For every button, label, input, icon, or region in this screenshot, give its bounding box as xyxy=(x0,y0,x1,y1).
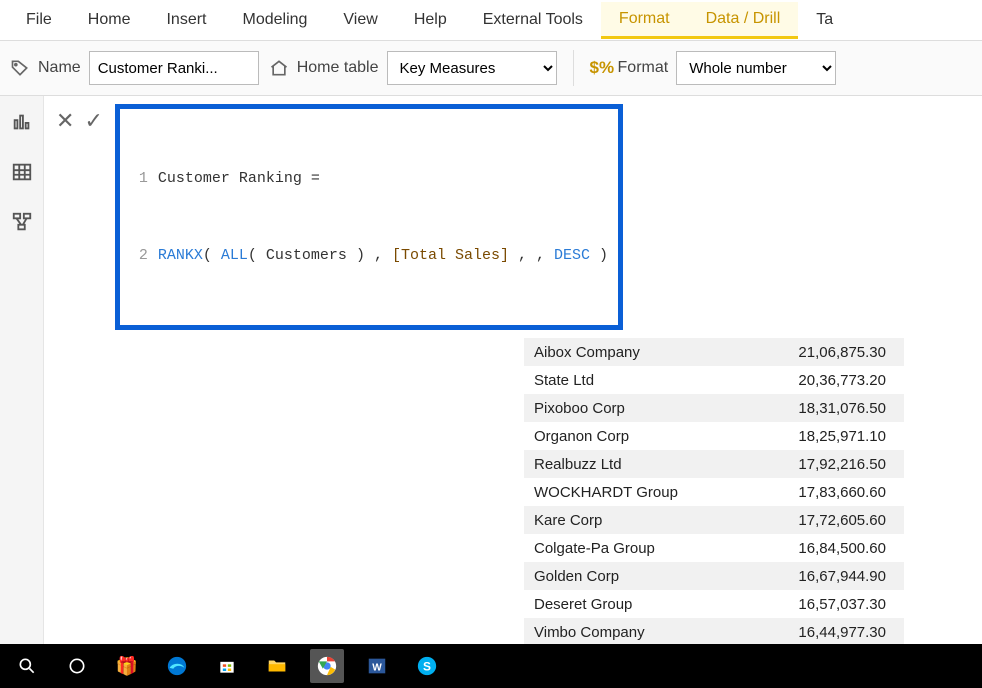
table-row[interactable]: Pixoboo Corp18,31,076.50 xyxy=(524,394,904,422)
ribbon-tab-external-tools[interactable]: External Tools xyxy=(465,3,601,37)
ribbon-tab-format[interactable]: Format xyxy=(601,2,688,39)
customer-name-cell: Kare Corp xyxy=(524,512,764,529)
customer-name-cell: Pixoboo Corp xyxy=(524,400,764,417)
toolbar-separator xyxy=(573,50,574,86)
code-func: RANKX xyxy=(158,243,203,269)
value-cell: 16,84,500.60 xyxy=(764,540,904,557)
ribbon-tab-modeling[interactable]: Modeling xyxy=(224,3,325,37)
edge-icon[interactable] xyxy=(160,649,194,683)
search-icon[interactable] xyxy=(10,649,44,683)
table-row[interactable]: Colgate-Pa Group16,84,500.60 xyxy=(524,534,904,562)
value-cell: 18,31,076.50 xyxy=(764,400,904,417)
svg-text:S: S xyxy=(423,660,431,674)
windows-taskbar: 🎁 W S xyxy=(0,644,982,688)
file-explorer-icon[interactable] xyxy=(260,649,294,683)
value-cell: 20,36,773.20 xyxy=(764,372,904,389)
line-number: 1 xyxy=(130,166,148,192)
table-row[interactable]: Golden Corp16,67,944.90 xyxy=(524,562,904,590)
data-view-button[interactable] xyxy=(6,156,38,188)
home-table-label: Home table xyxy=(297,59,379,77)
format-select[interactable]: Whole number xyxy=(676,51,836,85)
table-row[interactable]: Kare Corp17,72,605.60 xyxy=(524,506,904,534)
name-label: Name xyxy=(38,59,81,77)
cortana-icon[interactable] xyxy=(60,649,94,683)
cancel-formula-button[interactable]: ✕ xyxy=(56,108,74,134)
table-visual[interactable]: Aibox Company21,06,875.30State Ltd20,36,… xyxy=(524,338,904,644)
report-view-button[interactable] xyxy=(6,106,38,138)
value-cell: 16,67,944.90 xyxy=(764,568,904,585)
word-icon[interactable]: W xyxy=(360,649,394,683)
customer-name-cell: WOCKHARDT Group xyxy=(524,484,764,501)
value-cell: 17,83,660.60 xyxy=(764,484,904,501)
customer-name-cell: Colgate-Pa Group xyxy=(524,540,764,557)
chrome-icon[interactable] xyxy=(310,649,344,683)
ribbon-tab-view[interactable]: View xyxy=(325,3,395,37)
format-label: Format xyxy=(618,59,669,77)
model-view-button[interactable] xyxy=(6,206,38,238)
code-func: ALL xyxy=(221,243,248,269)
commit-formula-button[interactable]: ✓ xyxy=(84,108,102,134)
table-row[interactable]: Deseret Group16,57,037.30 xyxy=(524,590,904,618)
ribbon-tab-home[interactable]: Home xyxy=(70,3,149,37)
ribbon-tab-insert[interactable]: Insert xyxy=(148,3,224,37)
left-nav-rail xyxy=(0,96,44,644)
measure-name-input[interactable] xyxy=(89,51,259,85)
customer-name-cell: Deseret Group xyxy=(524,596,764,613)
table-row[interactable]: Aibox Company21,06,875.30 xyxy=(524,338,904,366)
customer-name-cell: Golden Corp xyxy=(524,568,764,585)
value-cell: 18,25,971.10 xyxy=(764,428,904,445)
value-cell: 21,06,875.30 xyxy=(764,344,904,361)
svg-text:W: W xyxy=(372,663,382,674)
value-cell: 16,57,037.30 xyxy=(764,596,904,613)
table-row[interactable]: WOCKHARDT Group17,83,660.60 xyxy=(524,478,904,506)
ribbon-tabs: FileHomeInsertModelingViewHelpExternal T… xyxy=(0,0,982,40)
tag-icon xyxy=(10,58,30,78)
ribbon-tab-file[interactable]: File xyxy=(8,3,70,37)
skype-icon[interactable]: S xyxy=(410,649,444,683)
table-row[interactable]: State Ltd20,36,773.20 xyxy=(524,366,904,394)
ribbon-tab-help[interactable]: Help xyxy=(396,3,465,37)
line-number: 2 xyxy=(130,243,148,269)
customer-name-cell: Realbuzz Ltd xyxy=(524,456,764,473)
value-cell: 17,72,605.60 xyxy=(764,512,904,529)
value-cell: 16,44,977.30 xyxy=(764,624,904,641)
table-row[interactable]: Organon Corp18,25,971.10 xyxy=(524,422,904,450)
code-keyword: DESC xyxy=(554,243,590,269)
customer-name-cell: Organon Corp xyxy=(524,428,764,445)
code-text: Customer Ranking = xyxy=(158,166,320,192)
code-column: [Total Sales] xyxy=(392,243,509,269)
ribbon-tab-data-drill[interactable]: Data / Drill xyxy=(688,2,799,39)
ribbon-tab-ta[interactable]: Ta xyxy=(798,3,851,37)
customer-name-cell: State Ltd xyxy=(524,372,764,389)
formula-bar: ✕ ✓ 1 Customer Ranking = 2 RANKX( ALL( C… xyxy=(44,96,982,338)
report-canvas[interactable]: Aibox Company21,06,875.30State Ltd20,36,… xyxy=(44,338,982,644)
customer-name-cell: Vimbo Company xyxy=(524,624,764,641)
microsoft-store-icon[interactable] xyxy=(210,649,244,683)
store-icon[interactable]: 🎁 xyxy=(110,649,144,683)
format-icon: $% xyxy=(590,58,610,78)
value-cell: 17,92,216.50 xyxy=(764,456,904,473)
format-toolbar: Name Home table Key Measures $% Format W… xyxy=(0,40,982,96)
table-row[interactable]: Vimbo Company16,44,977.30 xyxy=(524,618,904,644)
editor-area: ✕ ✓ 1 Customer Ranking = 2 RANKX( ALL( C… xyxy=(44,96,982,644)
main-area: ✕ ✓ 1 Customer Ranking = 2 RANKX( ALL( C… xyxy=(0,96,982,644)
dax-editor[interactable]: 1 Customer Ranking = 2 RANKX( ALL( Custo… xyxy=(115,104,623,330)
table-row[interactable]: Realbuzz Ltd17,92,216.50 xyxy=(524,450,904,478)
home-table-select[interactable]: Key Measures xyxy=(387,51,557,85)
home-icon xyxy=(269,58,289,78)
customer-name-cell: Aibox Company xyxy=(524,344,764,361)
